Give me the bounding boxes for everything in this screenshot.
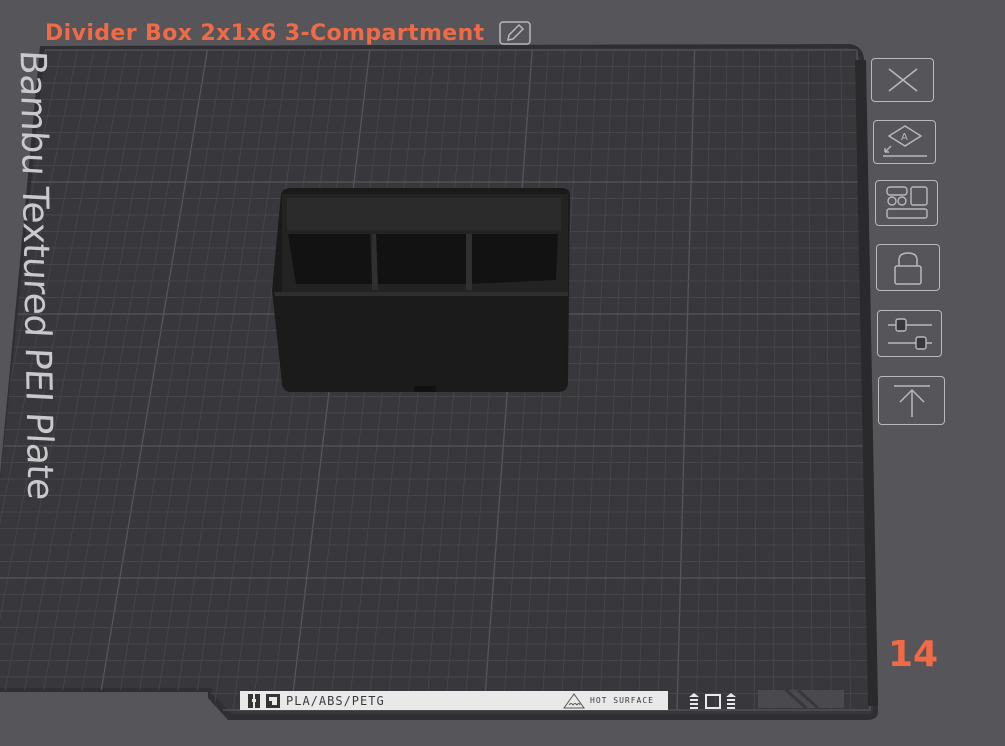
settings-sliders-icon [887,317,932,350]
divider-box-model[interactable] [272,188,570,392]
auto-orient-icon: A [882,125,927,157]
safety-pictogram-icon [689,693,736,709]
close-icon [888,68,917,92]
build-plate-viewport[interactable] [0,0,1005,746]
edit-name-button[interactable] [498,19,531,47]
bambu-logo-icon [248,693,260,708]
arrange-icon [885,186,928,219]
lock-icon [894,251,922,285]
plate-info-strip: PLA/ABS/PETG HOT SURFACE [240,691,668,710]
pencil-icon [498,21,531,45]
move-to-top-icon [893,384,930,417]
auto-orient-button[interactable]: A [873,120,936,164]
svg-text:A: A [901,132,908,143]
hot-surface-warning: HOT SURFACE [590,695,654,705]
move-to-top-button[interactable] [878,376,945,425]
bed-tab [758,688,844,710]
lock-plate-button[interactable] [876,244,940,291]
bed-plate-label: Bambu Textured PEI Plate [11,49,61,501]
arrange-button[interactable] [875,180,938,226]
printer-icon [266,693,280,708]
material-compatibility: PLA/ABS/PETG [286,693,385,708]
plate-title: Divider Box 2x1x6 3-Compartment [45,20,485,46]
plate-settings-button[interactable] [877,310,942,357]
plate-number: 14 [888,634,939,675]
warning-triangle-icon [563,692,585,708]
close-plate-button[interactable] [871,58,934,102]
